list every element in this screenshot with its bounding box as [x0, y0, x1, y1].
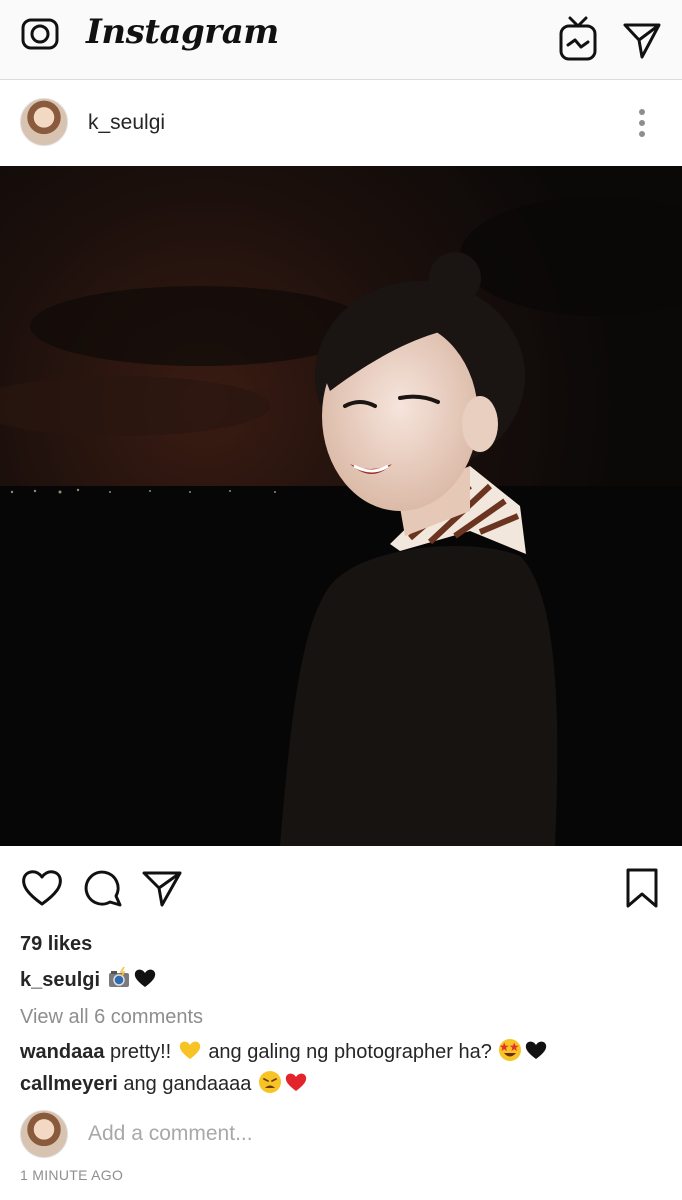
camera-icon[interactable] [20, 14, 60, 54]
comment-text: pretty!! [110, 1041, 172, 1063]
star-struck-emoji [499, 1039, 522, 1061]
avatar[interactable] [20, 98, 68, 146]
post-caption: k_seulgi [20, 966, 158, 992]
comment-text: ang galing ng photographer ha? [208, 1041, 492, 1063]
black-heart-emoji [526, 1041, 547, 1059]
yellow-heart-emoji [179, 1041, 200, 1059]
comment-username[interactable]: callmeyeri [20, 1073, 118, 1095]
post-timestamp: 1 MINUTE AGO [20, 1167, 124, 1183]
comment-row: callmeyeri ang gandaaaa [20, 1070, 309, 1096]
comment-icon[interactable] [80, 866, 124, 910]
black-heart-emoji [134, 969, 155, 987]
igtv-icon[interactable] [558, 16, 598, 62]
add-comment-input[interactable]: Add a comment... [88, 1122, 253, 1146]
share-icon[interactable] [140, 866, 184, 910]
red-heart-emoji [285, 1073, 307, 1091]
caption-username[interactable]: k_seulgi [20, 969, 100, 991]
heart-icon[interactable] [20, 866, 64, 910]
post-header: k_seulgi [0, 80, 682, 166]
comment-username[interactable]: wandaaa [20, 1041, 104, 1063]
post-photo[interactable] [0, 166, 682, 846]
add-comment-row: Add a comment... [0, 1106, 682, 1162]
comment-row: wandaaa pretty!! ang galing ng photograp… [20, 1038, 549, 1064]
more-options-icon[interactable] [630, 106, 654, 140]
view-all-comments-link[interactable]: View all 6 comments [20, 1006, 203, 1029]
direct-message-icon[interactable] [622, 20, 662, 60]
likes-count[interactable]: 79 likes [20, 933, 92, 956]
instagram-logo: Instagram [86, 12, 279, 52]
avatar [20, 1110, 68, 1158]
post-username[interactable]: k_seulgi [88, 111, 165, 135]
comment-text: ang gandaaaa [123, 1073, 252, 1095]
weary-face-emoji [258, 1071, 281, 1093]
top-app-bar: Instagram [0, 0, 682, 80]
camera-with-flash-emoji [108, 966, 129, 987]
bookmark-icon[interactable] [620, 866, 664, 910]
post-action-bar [0, 846, 682, 930]
